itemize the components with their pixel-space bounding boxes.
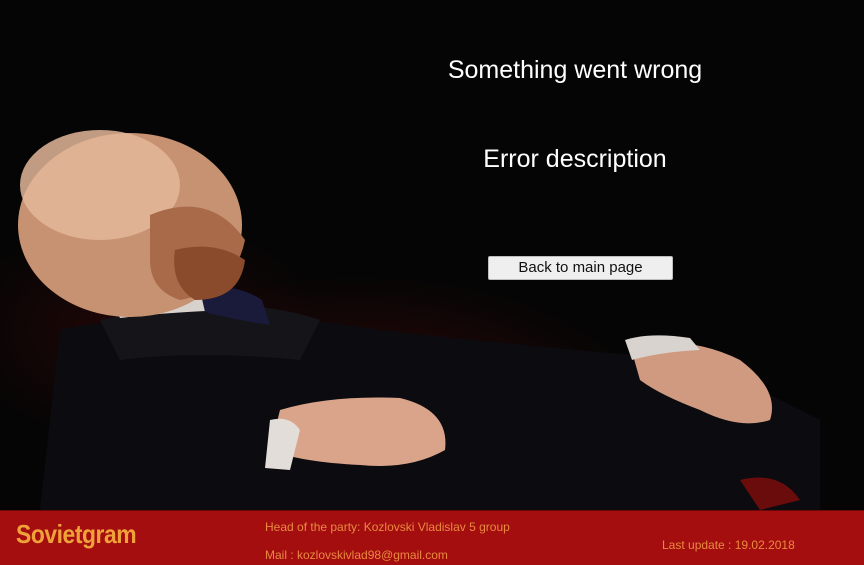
footer: Sovietgram Head of the party: Kozlovski … [0,510,864,565]
back-to-main-button[interactable]: Back to main page [488,256,673,280]
error-title: Something went wrong [447,56,703,84]
error-description: Error description [483,145,667,173]
last-update-text: Last update : 19.02.2018 [662,538,795,552]
mail-text: Mail : kozlovskivlad98@gmail.com [265,548,448,562]
head-of-party-text: Head of the party: Kozlovski Vladislav 5… [265,520,510,534]
brand-logo[interactable]: Sovietgram [16,519,137,550]
error-page: Something went wrong Error description B… [0,0,864,565]
